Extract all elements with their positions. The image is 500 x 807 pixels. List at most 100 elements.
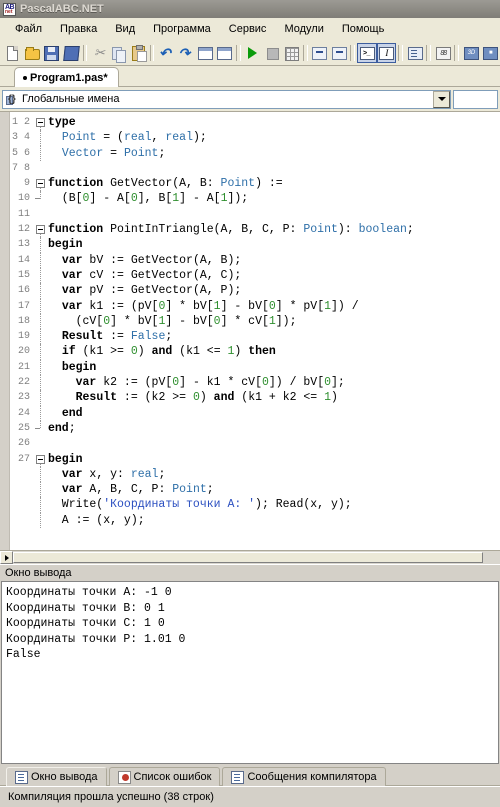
fold-marker[interactable] (34, 298, 48, 314)
scrollbar-thumb[interactable] (13, 552, 483, 563)
graphics-extra-button[interactable]: ■ (481, 43, 500, 63)
scope-combo[interactable]: {} Глобальные имена (2, 89, 451, 109)
fold-marker[interactable] (34, 390, 48, 406)
arrow-left-icon (4, 554, 9, 561)
fold-marker[interactable] (34, 145, 48, 161)
menu-item-view[interactable]: Вид (106, 20, 144, 38)
compiler-messages-icon (231, 771, 245, 784)
save-all-icon (63, 45, 80, 61)
title-bar: AB net PascalABC.NET (0, 0, 500, 18)
code-editor-area: 1 2 3 4 5 6 7 8 9 10 11 12 13 14 15 16 1… (0, 111, 500, 564)
menu-item-edit[interactable]: Правка (51, 20, 106, 38)
new-file-button[interactable] (3, 43, 22, 63)
input-window-icon (378, 45, 395, 61)
scope-combo-value: Глобальные имена (22, 93, 120, 105)
fold-marker[interactable] (34, 405, 48, 421)
editor-left-margin (0, 112, 10, 551)
fold-marker[interactable] (34, 436, 48, 451)
toolbar-separator (454, 45, 460, 61)
form-designer-icon: 88 (435, 45, 451, 61)
stop-button[interactable] (262, 43, 281, 63)
build-button[interactable] (281, 43, 300, 63)
fold-marker[interactable] (34, 375, 48, 391)
replace-button[interactable] (214, 43, 233, 63)
fold-marker[interactable] (34, 283, 48, 299)
menu-item-file[interactable]: Файл (6, 20, 51, 38)
fold-marker[interactable] (34, 191, 48, 206)
member-combo[interactable] (453, 89, 498, 109)
paste-button[interactable] (128, 43, 147, 63)
document-tab-program1[interactable]: Program1.pas* (14, 67, 119, 87)
fold-marker[interactable] (34, 497, 48, 513)
fold-marker[interactable] (34, 222, 48, 238)
toolbar-separator (398, 45, 403, 61)
bottom-tab-strip: Окно вывода Список ошибок Сообщения комп… (0, 764, 500, 786)
fold-marker[interactable] (34, 452, 48, 467)
fold-marker[interactable] (34, 344, 48, 360)
graphics-3d-icon: 3D (463, 45, 479, 61)
fold-marker[interactable] (34, 466, 48, 483)
braces-icon: {} (6, 93, 16, 105)
tab-compiler-messages[interactable]: Сообщения компилятора (222, 767, 386, 786)
fold-marker[interactable] (34, 359, 48, 376)
toolbar-separator (350, 45, 356, 61)
fold-marker[interactable] (34, 161, 48, 176)
redo-button[interactable]: ↷ (176, 43, 195, 63)
fold-marker[interactable] (34, 237, 48, 253)
save-button[interactable] (42, 43, 61, 63)
scope-combo-dropdown-button[interactable] (433, 90, 450, 108)
save-all-button[interactable] (61, 43, 80, 63)
fold-marker[interactable] (34, 207, 48, 222)
step-into-button[interactable] (310, 43, 329, 63)
output-text[interactable]: Координаты точки A: -1 0 Координаты точк… (1, 581, 499, 764)
menu-item-program[interactable]: Программа (144, 20, 220, 38)
fold-marker[interactable] (34, 329, 48, 345)
find-button[interactable] (195, 43, 214, 63)
copy-button[interactable] (109, 43, 128, 63)
error-list-icon (117, 771, 131, 784)
new-file-icon (5, 45, 21, 61)
scroll-left-button[interactable] (0, 551, 13, 564)
undo-icon: ↶ (158, 45, 171, 61)
code-editor[interactable]: 1 2 3 4 5 6 7 8 9 10 11 12 13 14 15 16 1… (0, 112, 500, 551)
graphics-extra-icon: ■ (482, 45, 499, 61)
fold-marker[interactable] (34, 176, 48, 192)
run-button[interactable] (243, 43, 262, 63)
tab-output-window[interactable]: Окно вывода (6, 767, 107, 786)
input-window-button[interactable] (376, 43, 397, 63)
output-window-button[interactable] (405, 43, 424, 63)
tab-output-window-label: Окно вывода (31, 771, 98, 783)
chevron-down-icon (437, 97, 446, 101)
code-folding-column[interactable] (34, 112, 48, 551)
fold-marker[interactable] (34, 115, 48, 131)
main-toolbar: ✂ ↶ ↷ >_ 88 3D ■ (0, 41, 500, 66)
open-file-icon (24, 45, 41, 61)
menu-item-modules[interactable]: Модули (275, 20, 332, 38)
console-window-button[interactable]: >_ (357, 43, 377, 63)
open-file-button[interactable] (22, 43, 41, 63)
fold-marker[interactable] (34, 130, 48, 146)
undo-button[interactable]: ↶ (156, 43, 175, 63)
console-window-icon: >_ (359, 45, 375, 61)
document-tab-label: Program1.pas* (30, 71, 108, 84)
fold-marker[interactable] (34, 267, 48, 284)
menu-item-service[interactable]: Сервис (220, 20, 276, 38)
code-text[interactable]: type Point = (real, real); Vector = Poin… (48, 112, 500, 551)
menu-bar: Файл Правка Вид Программа Сервис Модули … (0, 18, 500, 41)
cut-button[interactable]: ✂ (89, 43, 108, 63)
step-over-button[interactable] (329, 43, 348, 63)
fold-marker[interactable] (34, 252, 48, 268)
fold-marker[interactable] (34, 420, 48, 436)
save-icon (43, 45, 60, 61)
tab-error-list[interactable]: Список ошибок (108, 767, 221, 786)
output-pane-header: Окно вывода (0, 564, 500, 581)
fold-marker[interactable] (34, 482, 48, 498)
editor-horizontal-scrollbar[interactable] (0, 550, 500, 564)
fold-marker[interactable] (34, 313, 48, 330)
fold-marker[interactable] (34, 512, 48, 529)
menu-item-help[interactable]: Помощь (333, 20, 394, 38)
tab-error-list-label: Список ошибок (133, 771, 212, 783)
output-window-icon (407, 45, 423, 61)
form-designer-button[interactable]: 88 (433, 43, 452, 63)
graphics-3d-button[interactable]: 3D (461, 43, 480, 63)
